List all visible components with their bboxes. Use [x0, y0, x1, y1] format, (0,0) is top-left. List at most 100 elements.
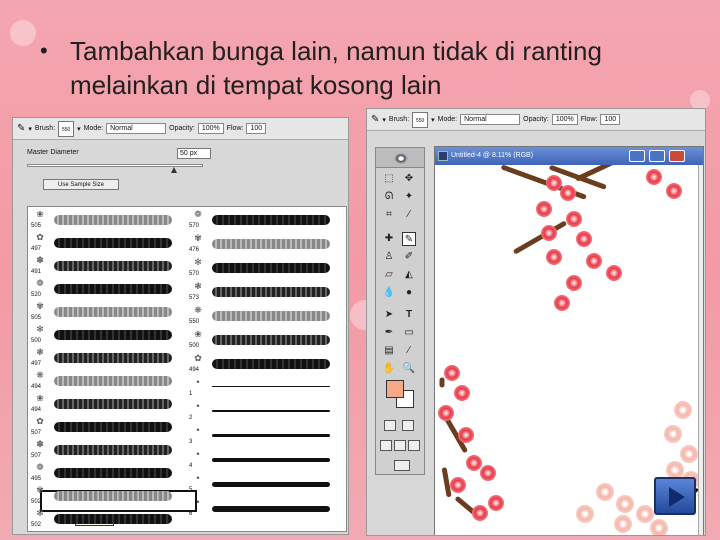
brush-preset-thumb[interactable]: 550 [412, 111, 429, 128]
marquee-tool-icon[interactable]: ⬚ [382, 172, 396, 186]
brush-preset-row[interactable]: • 3 [188, 425, 338, 449]
brush-preset-row[interactable]: ✻ 502 [30, 508, 180, 532]
vertical-scrollbar[interactable] [698, 165, 703, 535]
round-brush-icon: • [196, 473, 200, 483]
type-tool-icon[interactable]: T [402, 308, 416, 322]
brush-preset-row[interactable]: ✻ 500 [30, 324, 180, 348]
red-blossom [546, 249, 562, 265]
pink-blossom [680, 445, 698, 463]
standard-mode-button[interactable] [384, 420, 396, 431]
background-blossom [10, 20, 36, 46]
maximize-button[interactable] [649, 150, 665, 162]
minimize-button[interactable] [629, 150, 645, 162]
eraser-tool-icon[interactable]: ▱ [382, 268, 396, 282]
brush-preset-thumb[interactable]: 550 [58, 120, 75, 137]
paint-bucket-tool-icon[interactable]: ◭ [402, 268, 416, 282]
pink-blossom [650, 519, 668, 535]
jump-to-imageready-button[interactable] [394, 460, 410, 471]
flow-field[interactable]: 100 [246, 123, 267, 134]
chevron-down-icon[interactable]: ▾ [431, 116, 435, 124]
red-blossom [606, 265, 622, 281]
brush-preset-row[interactable]: ✾ 476 [188, 233, 338, 257]
flow-field[interactable]: 100 [600, 114, 621, 125]
brush-label: Brush: [388, 116, 410, 123]
pen-tool-icon[interactable]: ✒ [382, 326, 396, 340]
brush-preset-row[interactable]: ❀ 494 [30, 393, 180, 417]
brush-preset-row[interactable]: • 2 [188, 401, 338, 425]
paintbrush-icon[interactable]: ✎ [371, 114, 379, 125]
foreground-color-swatch[interactable] [386, 380, 404, 398]
paintbrush-icon[interactable]: ✎ [17, 123, 25, 134]
brush-preset-row[interactable]: ✿ 497 [30, 232, 180, 256]
next-arrow-icon[interactable] [654, 477, 696, 515]
brush-preset-row[interactable]: ❃ 573 [188, 281, 338, 305]
brush-size-label: 550 [189, 319, 200, 325]
brush-preset-row[interactable]: • 4 [188, 449, 338, 473]
title-line-2: melainkan di tempat kosong lain [70, 70, 442, 100]
healing-tool-icon[interactable]: ✚ [382, 232, 396, 246]
slider-knob[interactable] [171, 167, 177, 173]
move-tool-icon[interactable]: ✥ [402, 172, 416, 186]
hand-tool-icon[interactable]: ✋ [382, 362, 396, 376]
brush-preset-row[interactable]: ❋ 550 [188, 305, 338, 329]
slice-tool-icon[interactable]: ∕ [402, 208, 416, 222]
brush-stroke-preview [212, 287, 330, 297]
opacity-field[interactable]: 100% [197, 123, 224, 134]
zoom-tool-icon[interactable]: 🔍 [402, 362, 416, 376]
notes-tool-icon[interactable]: ▤ [382, 344, 396, 358]
chevron-down-icon[interactable]: ▾ [382, 116, 386, 124]
opacity-field[interactable]: 100% [551, 114, 578, 125]
brush-preset-row[interactable]: ✾ 502 [30, 485, 180, 509]
brush-preset-row[interactable]: ❁ 495 [30, 462, 180, 486]
screen-mode-full-button[interactable] [408, 440, 420, 451]
brush-preset-row[interactable]: ✿ 494 [188, 353, 338, 377]
stamp-tool-icon[interactable]: ♙ [382, 250, 396, 264]
mode-select[interactable]: Normal [106, 123, 167, 134]
blur-tool-icon[interactable]: 💧 [382, 286, 396, 300]
brush-preset-row[interactable]: ✽ 507 [30, 439, 180, 463]
chevron-down-icon[interactable]: ▾ [77, 125, 81, 133]
quick-mask-button[interactable] [402, 420, 414, 431]
brush-preset-row[interactable]: • 6 [188, 497, 338, 521]
history-brush-tool-icon[interactable]: ✐ [402, 250, 416, 264]
screen-mode-standard-button[interactable] [380, 440, 392, 451]
brush-preset-row[interactable]: • 1 [188, 377, 338, 401]
flower-brush-icon: ❃ [194, 281, 202, 291]
brush-stroke-preview [54, 284, 172, 294]
brush-preset-row[interactable]: ❁ 520 [30, 278, 180, 302]
brush-preset-list[interactable]: Flower 00 ❀505✿497✽491❁520✾505✻500❃497❋4… [27, 206, 347, 532]
document-titlebar[interactable]: Untitled-4 @ 8.11% (RGB) [435, 147, 703, 165]
brush-preset-row[interactable]: ✻ 570 [188, 257, 338, 281]
brush-size-label: 573 [189, 295, 200, 301]
dodge-tool-icon[interactable]: ● [402, 286, 416, 300]
brush-preset-row[interactable]: • 5 [188, 473, 338, 497]
mode-select[interactable]: Normal [460, 114, 521, 125]
paintbrush-icon[interactable]: ✎ [402, 232, 416, 246]
slide-title: • Tambahkan bunga lain, namun tidak di r… [40, 34, 700, 102]
flower-brush-icon: ✻ [194, 257, 202, 267]
use-sample-size-button[interactable]: Use Sample Size [43, 179, 119, 190]
magic-wand-tool-icon[interactable]: ✦ [402, 190, 416, 204]
red-blossom [454, 385, 470, 401]
close-button[interactable] [669, 150, 685, 162]
lasso-tool-icon[interactable]: ᘏ [382, 190, 396, 204]
brush-size-label: 491 [31, 269, 42, 275]
master-diameter-field[interactable]: 50 px [177, 148, 211, 159]
brush-preset-row[interactable]: ❀ 500 [188, 329, 338, 353]
brush-stroke-preview [54, 261, 172, 271]
pink-blossom [664, 425, 682, 443]
brush-preset-row[interactable]: ❋ 494 [30, 370, 180, 394]
brush-label: Brush: [34, 125, 56, 132]
eyedropper-tool-icon[interactable]: ⁄ [402, 344, 416, 358]
brush-preset-row[interactable]: ❀ 505 [30, 209, 180, 233]
path-selection-tool-icon[interactable]: ➤ [382, 308, 396, 322]
screen-mode-menus-button[interactable] [394, 440, 406, 451]
chevron-down-icon[interactable]: ▾ [28, 125, 32, 133]
shape-tool-icon[interactable]: ▭ [402, 326, 416, 340]
brush-preset-row[interactable]: ❁ 570 [188, 209, 338, 233]
crop-tool-icon[interactable]: ⌗ [382, 208, 396, 222]
brush-preset-row[interactable]: ✽ 491 [30, 255, 180, 279]
brush-preset-row[interactable]: ✿ 507 [30, 416, 180, 440]
brush-preset-row[interactable]: ❃ 497 [30, 347, 180, 371]
brush-preset-row[interactable]: ✾ 505 [30, 301, 180, 325]
